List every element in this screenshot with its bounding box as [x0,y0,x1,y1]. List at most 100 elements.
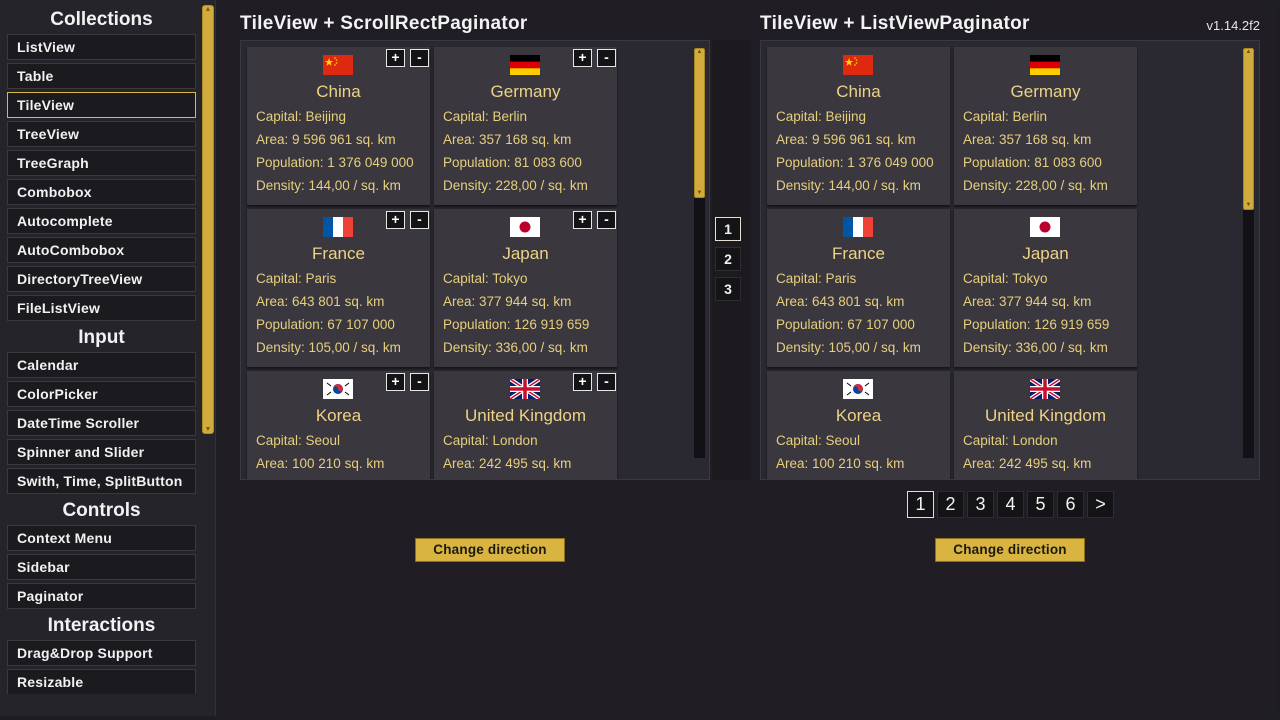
right-page-button-6[interactable]: 6 [1057,491,1084,518]
population-line: Population: 126 919 659 [443,317,590,332]
sidebar-item-datetime-scroller[interactable]: DateTime Scroller [7,410,196,436]
sidebar-item-colorpicker[interactable]: ColorPicker [7,381,196,407]
sidebar-item-context-menu[interactable]: Context Menu [7,525,196,551]
right-tileview-scrollbar[interactable]: ▲ ▼ [1243,48,1254,458]
sidebar-item-sidebar[interactable]: Sidebar [7,554,196,580]
increase-button[interactable]: + [573,49,592,67]
left-tileview[interactable]: China Capital: Beijing Area: 9 596 961 sq.… [240,40,710,480]
right-tile-france[interactable]: France Capital: Paris Area: 643 801 sq. km… [767,209,950,367]
country-name: France [832,244,885,263]
population-line: Population: 67 107 000 [256,317,395,332]
sidebar-item-table[interactable]: Table [7,63,196,89]
decrease-button[interactable]: - [410,211,429,229]
left-page-button-1[interactable]: 1 [715,217,741,241]
right-change-direction-button[interactable]: Change direction [935,538,1085,562]
increase-button[interactable]: + [573,373,592,391]
sidebar-item-listview[interactable]: ListView [7,34,196,60]
right-page-next-button[interactable]: > [1087,491,1114,518]
left-tile-china[interactable]: China Capital: Beijing Area: 9 596 961 sq.… [247,47,430,205]
decrease-button[interactable]: - [597,211,616,229]
capital-line: Capital: Berlin [963,109,1048,124]
increase-button[interactable]: + [573,211,592,229]
sidebar-section-input: Input [78,327,125,348]
sidebar-scrollbar[interactable]: ▲ ▼ [202,5,214,434]
country-name: Japan [1022,244,1069,263]
sidebar-item-paginator[interactable]: Paginator [7,583,196,609]
right-tileview[interactable]: China Capital: Beijing Area: 9 596 961 sq.… [760,40,1260,480]
right-tile-germany[interactable]: Germany Capital: Berlin Area: 357 168 sq. … [954,47,1137,205]
china-flag-icon [323,55,353,75]
sidebar-item-directorytreeview[interactable]: DirectoryTreeView [7,266,196,292]
left-scroll-thumb[interactable]: ▲ ▼ [694,48,705,198]
right-tile-china[interactable]: China Capital: Beijing Area: 9 596 961 sq.… [767,47,950,205]
decrease-button[interactable]: - [597,373,616,391]
area-line: Area: 377 944 sq. km [963,294,1092,309]
sidebar-item-swith-time-splitbutton[interactable]: Swith, Time, SplitButton [7,468,196,494]
left-tile-united-kingdom[interactable]: United Kingdom Capital: London Area: 242 4… [434,371,617,479]
area-line: Area: 242 495 sq. km [443,456,572,471]
left-tile-germany[interactable]: Germany Capital: Berlin Area: 357 168 sq. … [434,47,617,205]
population-line: Population: 67 107 000 [776,317,915,332]
country-name: Germany [490,82,561,101]
korea-flag-icon [843,379,873,399]
capital-line: Capital: Tokyo [963,271,1048,286]
sidebar-item-drag-drop-support[interactable]: Drag&Drop Support [7,640,196,666]
country-name: Korea [835,406,882,425]
left-tile-korea[interactable]: Korea Capital: Seoul Area: 100 210 sq. km +… [247,371,430,479]
sidebar-item-treeview[interactable]: TreeView [7,121,196,147]
sidebar-item-resizable[interactable]: Resizable [7,669,196,694]
sidebar-item-autocombobox[interactable]: AutoCombobox [7,237,196,263]
sidebar-item-treegraph[interactable]: TreeGraph [7,150,196,176]
germany-flag-icon [1030,55,1060,75]
country-name: Japan [502,244,549,263]
increase-button[interactable]: + [386,211,405,229]
increase-button[interactable]: + [386,373,405,391]
density-line: Density: 144,00 / sq. km [256,178,401,193]
area-line: Area: 100 210 sq. km [776,456,905,471]
france-flag-icon [323,217,353,237]
france-flag-icon [843,217,873,237]
density-line: Density: 228,00 / sq. km [443,178,588,193]
scroll-down-arrow-icon: ▼ [1245,202,1252,208]
sidebar-item-tileview[interactable]: TileView [7,92,196,118]
decrease-button[interactable]: - [597,49,616,67]
right-tile-united-kingdom[interactable]: United Kingdom Capital: London Area: 242 4… [954,371,1137,479]
area-line: Area: 242 495 sq. km [963,456,1092,471]
population-line: Population: 126 919 659 [963,317,1110,332]
right-page-button-1[interactable]: 1 [907,491,934,518]
increase-button[interactable]: + [386,49,405,67]
right-page-button-5[interactable]: 5 [1027,491,1054,518]
decrease-button[interactable]: - [410,49,429,67]
capital-line: Capital: London [963,433,1058,448]
right-page-button-2[interactable]: 2 [937,491,964,518]
country-name: Germany [1010,82,1081,101]
left-page-button-2[interactable]: 2 [715,247,741,271]
left-tile-france[interactable]: France Capital: Paris Area: 643 801 sq. km… [247,209,430,367]
left-tileview-scrollbar[interactable]: ▲ ▼ [694,48,705,458]
sidebar-item-filelistview[interactable]: FileListView [7,295,196,321]
capital-line: Capital: Paris [256,271,337,286]
left-page-button-3[interactable]: 3 [715,277,741,301]
left-tile-japan[interactable]: Japan Capital: Tokyo Area: 377 944 sq. km P… [434,209,617,367]
country-name: Korea [315,406,362,425]
density-line: Density: 228,00 / sq. km [963,178,1108,193]
scroll-down-arrow-icon: ▼ [696,190,703,196]
right-scroll-thumb[interactable]: ▲ ▼ [1243,48,1254,210]
uk-flag-icon [1030,379,1060,399]
right-tile-korea[interactable]: Korea Capital: Seoul Area: 100 210 sq. km [767,371,950,479]
left-change-direction-button[interactable]: Change direction [415,538,565,562]
sidebar-item-combobox[interactable]: Combobox [7,179,196,205]
right-tile-japan[interactable]: Japan Capital: Tokyo Area: 377 944 sq. km P… [954,209,1137,367]
country-name: France [312,244,365,263]
sidebar-item-spinner-and-slider[interactable]: Spinner and Slider [7,439,196,465]
area-line: Area: 9 596 961 sq. km [776,132,916,147]
capital-line: Capital: Tokyo [443,271,528,286]
decrease-button[interactable]: - [410,373,429,391]
sidebar-item-calendar[interactable]: Calendar [7,352,196,378]
right-page-button-4[interactable]: 4 [997,491,1024,518]
right-page-button-3[interactable]: 3 [967,491,994,518]
country-name: China [836,82,881,101]
sidebar-item-autocomplete[interactable]: Autocomplete [7,208,196,234]
scroll-up-arrow-icon: ▲ [696,49,703,55]
country-name: United Kingdom [465,406,586,425]
